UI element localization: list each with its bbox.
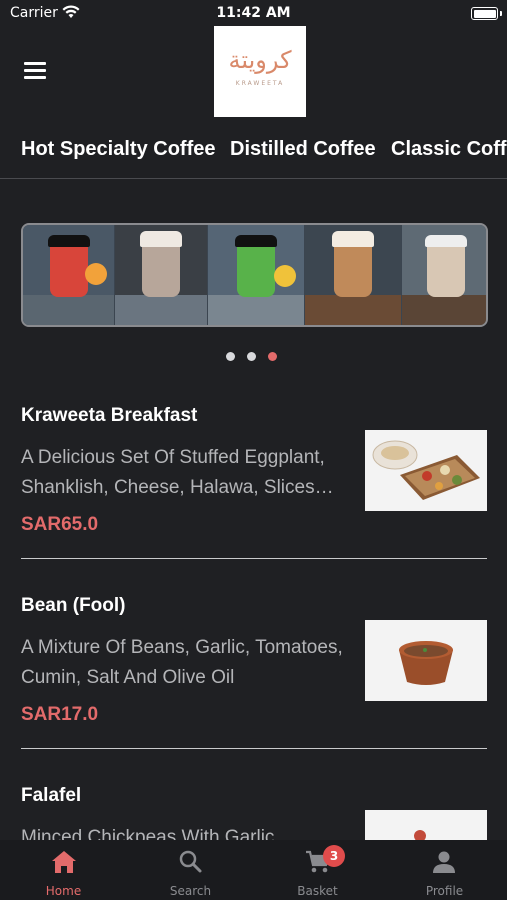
category-tabs: Hot Specialty Coffee Distilled Coffee Cl… [0, 130, 507, 170]
category-tab-classic-coffee[interactable]: Classic Coffee [391, 138, 507, 161]
item-name: Falafel [21, 785, 82, 806]
clock: 11:42 AM [216, 5, 291, 21]
item-name: Kraweeta Breakfast [21, 405, 198, 426]
item-price: SAR17.0 [21, 704, 99, 725]
item-image [365, 620, 487, 701]
category-tab-distilled-coffee[interactable]: Distilled Coffee [230, 138, 376, 161]
status-bar: Carrier 11:42 AM [0, 0, 507, 28]
banner-drink-caramel [305, 225, 401, 325]
tab-search[interactable]: Search [127, 840, 254, 900]
tab-profile-label: Profile [425, 884, 464, 898]
person-icon [433, 851, 455, 873]
item-separator [21, 558, 487, 559]
carousel-dots [226, 352, 286, 362]
bottom-tab-bar: Home Search Basket Profile [0, 840, 507, 900]
carousel-dot[interactable] [268, 352, 277, 361]
search-icon [179, 850, 201, 873]
logo-latin-text: KRAWEETA [235, 80, 285, 87]
banner-drink-green [208, 225, 304, 325]
carousel-dot[interactable] [247, 352, 256, 361]
item-description: A Delicious Set Of Stuffed Eggplant, Sha… [21, 447, 334, 498]
carousel-dot[interactable] [226, 352, 235, 361]
item-image [365, 430, 487, 511]
item-separator [21, 748, 487, 749]
banner-drink-latte [402, 225, 486, 325]
battery-tip [500, 11, 502, 16]
tab-home[interactable]: Home [0, 840, 127, 900]
banner-drink-mocha [115, 225, 207, 325]
category-tab-hot-specialty-coffee[interactable]: Hot Specialty Coffee [21, 138, 215, 161]
category-divider [0, 178, 507, 179]
item-price: SAR65.0 [21, 514, 99, 535]
tab-search-label: Search [169, 884, 212, 898]
tab-home-label: Home [45, 884, 82, 898]
promo-banner-carousel[interactable] [21, 223, 488, 327]
banner-drink-red [23, 225, 114, 325]
tab-basket-label: Basket [297, 884, 338, 898]
tab-profile[interactable]: Profile [381, 840, 507, 900]
logo-arabic-text: كرويتة [228, 46, 292, 74]
basket-count-badge: 3 [323, 845, 345, 867]
item-image [365, 810, 487, 840]
hamburger-menu-icon[interactable] [24, 62, 46, 80]
item-description: A Mixture Of Beans, Garlic, Tomatoes, Cu… [21, 637, 343, 688]
tab-basket[interactable]: Basket [254, 840, 381, 900]
brand-logo: كرويتة KRAWEETA [214, 26, 306, 117]
item-name: Bean (Fool) [21, 595, 126, 616]
battery-icon [471, 7, 498, 20]
home-icon [51, 851, 76, 873]
